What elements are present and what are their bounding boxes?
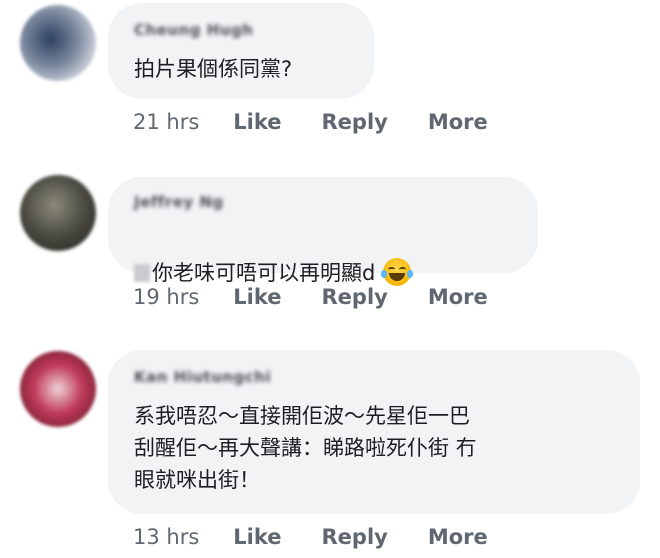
avatar[interactable] [20, 175, 96, 251]
comment-author[interactable]: Jeffrey Ng [134, 193, 224, 211]
comment-author[interactable]: Cheung Hugh [134, 21, 253, 39]
like-link[interactable]: Like [233, 285, 281, 309]
comment-bubble: Jeffrey Ng 你老味可唔可以再明顯d [108, 177, 538, 286]
comment-timestamp[interactable]: 19 hrs [133, 285, 199, 309]
like-link[interactable]: Like [233, 525, 281, 549]
reply-link[interactable]: Reply [322, 110, 388, 134]
comment-actions: 13 hrs Like Reply More [133, 525, 528, 549]
more-link[interactable]: More [428, 285, 488, 309]
more-link[interactable]: More [428, 525, 488, 549]
comment-text-content: 你老味可唔可以再明顯d [152, 261, 376, 285]
reply-link[interactable]: Reply [322, 285, 388, 309]
comment-timestamp[interactable]: 21 hrs [133, 110, 199, 134]
comment-text: 拍片果個係同黨? [134, 57, 293, 81]
reply-link[interactable]: Reply [322, 525, 388, 549]
more-link[interactable]: More [428, 110, 488, 134]
comment-timestamp[interactable]: 13 hrs [133, 525, 199, 549]
comment-bubble: Kan Hiutungchi 系我唔忍～直接開佢波～先星佢一巴 刮醒佢～再大聲講… [108, 350, 640, 514]
laughing-tears-emoji-icon [381, 258, 414, 286]
comment-text: 系我唔忍～直接開佢波～先星佢一巴 刮醒佢～再大聲講：睇路啦死仆街 冇 眼就咪出街… [134, 404, 477, 492]
like-link[interactable]: Like [233, 110, 281, 134]
comment-text: 你老味可唔可以再明顯d [134, 225, 414, 289]
comment-actions: 19 hrs Like Reply More [133, 285, 528, 309]
blurred-mention [134, 264, 150, 282]
comment-bubble: Cheung Hugh 拍片果個係同黨? [108, 3, 374, 99]
avatar[interactable] [20, 5, 96, 81]
avatar[interactable] [20, 351, 96, 427]
comment-author[interactable]: Kan Hiutungchi [134, 368, 271, 386]
comment-actions: 21 hrs Like Reply More [133, 110, 528, 134]
